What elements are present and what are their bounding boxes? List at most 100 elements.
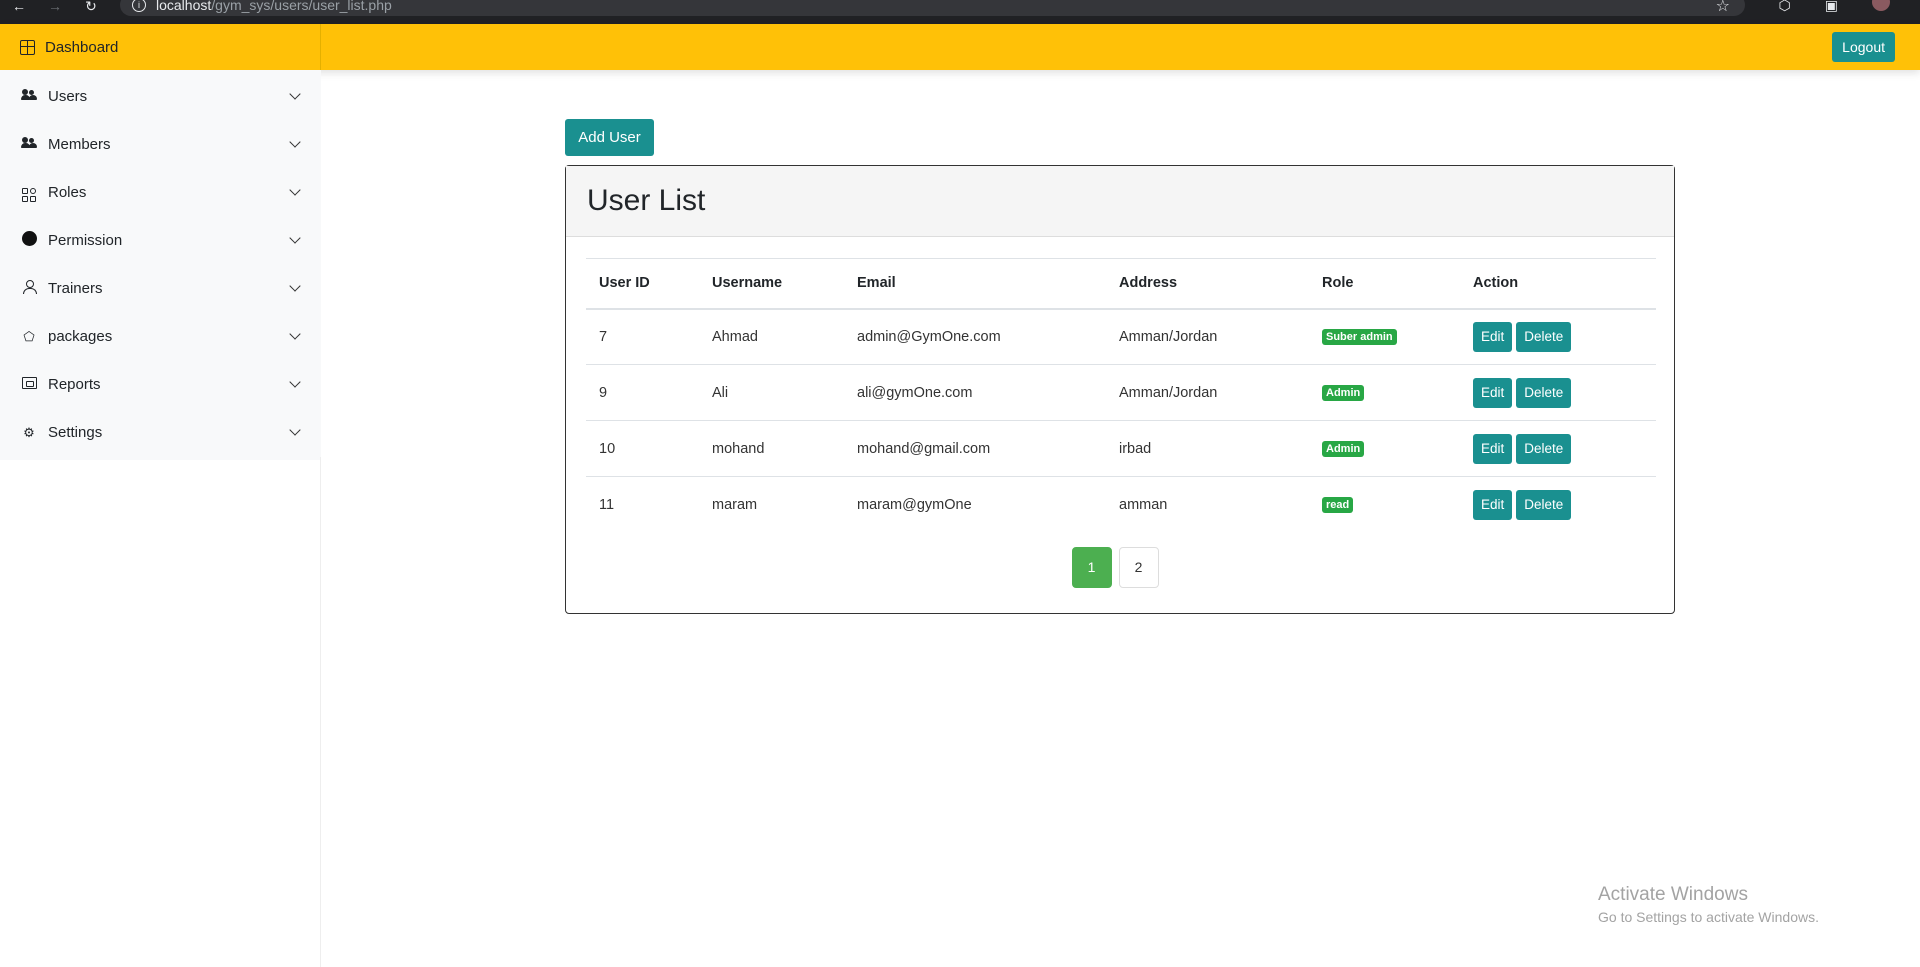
dashboard-grid-icon [20,39,35,55]
profile-avatar[interactable] [1872,0,1890,11]
sidebar-divider [320,457,321,967]
edit-button[interactable]: Edit [1473,489,1513,520]
cell-username: Ahmad [699,308,844,365]
cell-address: amman [1119,496,1168,513]
cell-username: mohand [699,420,844,477]
sidepanel-icon[interactable]: ▣ [1825,0,1838,14]
sidebar-dashboard-label: Dashboard [45,38,119,56]
add-user-button[interactable]: Add User [565,119,654,156]
table-header-row: User ID Username Email Address Role Acti… [586,258,1656,310]
sidebar-item-packages[interactable]: ⬠ packages [0,312,321,360]
browser-toolbar: ← → ↻ i localhost/gym_sys/users/user_lis… [0,0,1920,24]
cell-action: Edit Delete [1460,308,1656,365]
cell-user-id: 11 [599,496,615,513]
column-header-username: Username [699,258,844,310]
sidebar-item-members[interactable]: Members [0,120,321,168]
role-badge: read [1322,497,1354,514]
browser-extension-icons: ⬡ ▣ [1779,0,1890,14]
column-header-email: Email [844,258,1106,310]
role-badge: Admin [1322,385,1365,401]
card-title: User List [566,166,1674,237]
cell-role: Admin [1309,420,1460,477]
sidebar-item-label: packages [48,327,113,345]
edit-button[interactable]: Edit [1473,433,1513,464]
sidebar-item-label: Members [48,135,111,153]
chevron-down-icon [289,87,301,100]
bookmark-star-icon[interactable]: ☆ [1716,0,1730,16]
sidebar-item-label: Settings [48,423,103,441]
sidebar-item-trainers[interactable]: Trainers [0,264,321,312]
column-header-address: Address [1106,258,1309,310]
edit-button[interactable]: Edit [1473,321,1513,352]
column-header-role: Role [1309,258,1460,310]
watermark-subtitle: Go to Settings to activate Windows. [1598,909,1819,925]
sidebar-item-label: Roles [48,183,87,201]
sidebar-item-label: Trainers [48,279,103,297]
members-icon [20,136,38,152]
cell-role: Suber admin [1309,308,1460,365]
role-badge: Admin [1322,441,1365,457]
reload-icon[interactable]: ↻ [82,0,100,15]
chevron-down-icon [289,423,301,436]
cell-address: Amman/Jordan [1106,364,1309,421]
cell-email: admin@GymOne.com [844,308,1106,365]
folder-icon [20,376,38,392]
cell-address: Amman/Jordan [1106,308,1309,365]
chevron-down-icon [289,135,301,148]
watermark-title: Activate Windows [1598,884,1748,905]
cell-email: maram@gymOne [857,496,972,513]
role-badge: Suber admin [1322,329,1397,346]
cell-email: ali@gymOne.com [844,364,1106,421]
sidebar-dashboard-link[interactable]: Dashboard [0,24,321,70]
cell-address: irbad [1106,420,1309,477]
logout-button[interactable]: Logout [1832,32,1895,62]
cell-action: Edit Delete [1460,477,1656,533]
sidebar-item-label: Reports [48,375,101,393]
sidebar-item-users[interactable]: Users [0,72,321,120]
table-row: 9 Ali ali@gymOne.com Amman/Jordan Admin … [586,364,1656,421]
site-info-icon[interactable]: i [132,0,146,12]
delete-button[interactable]: Delete [1516,433,1572,464]
sidebar-menu: Users Members Roles Permission Trainers … [0,70,321,460]
cell-username: Ali [699,364,844,421]
url-host: localhost [156,0,212,13]
gear-icon: ⚙ [23,424,35,440]
table-row: 11 maram maram@gymOne amman read Edit Del… [586,477,1656,533]
sidebar-item-label: Permission [48,231,123,249]
edit-button[interactable]: Edit [1473,377,1513,408]
url-path: /gym_sys/users/user_list.php [211,0,392,13]
cell-user-id: 7 [586,308,699,365]
extensions-icon[interactable]: ⬡ [1779,0,1791,14]
address-bar[interactable]: i localhost/gym_sys/users/user_list.php [120,0,1745,16]
page-button-2[interactable]: 2 [1118,546,1159,588]
cell-role: read [1309,477,1460,533]
delete-button[interactable]: Delete [1516,489,1572,520]
sidebar-item-roles[interactable]: Roles [0,168,321,216]
user-table: User ID Username Email Address Role Acti… [586,258,1656,533]
delete-button[interactable]: Delete [1516,321,1572,352]
permission-icon [20,231,38,249]
cell-email: mohand@gmail.com [844,420,1106,477]
user-list-card: User List User ID Username Email Address… [565,165,1675,614]
chevron-down-icon [289,327,301,340]
sidebar-item-settings[interactable]: ⚙ Settings [0,408,321,456]
cell-action: Edit Delete [1460,364,1656,421]
sidebar-item-reports[interactable]: Reports [0,360,321,408]
cell-user-id: 10 [586,420,699,477]
delete-button[interactable]: Delete [1516,377,1572,408]
chevron-down-icon [289,279,301,292]
column-header-action: Action [1460,258,1656,310]
sidebar-item-permission[interactable]: Permission [0,216,321,264]
chevron-down-icon [289,231,301,244]
forward-arrow-icon[interactable]: → [46,0,64,15]
browser-nav-buttons: ← → ↻ [10,0,100,15]
page-button-1[interactable]: 1 [1071,546,1112,588]
users-icon [20,88,38,104]
chevron-down-icon [289,375,301,388]
activate-windows-watermark: Activate Windows Go to Settings to activ… [1598,884,1819,925]
person-icon [20,280,38,296]
back-arrow-icon[interactable]: ← [10,0,28,15]
card-body: User ID Username Email Address Role Acti… [566,237,1674,588]
cell-role: Admin [1309,364,1460,421]
table-row: 10 mohand mohand@gmail.com irbad Admin E… [586,420,1656,477]
